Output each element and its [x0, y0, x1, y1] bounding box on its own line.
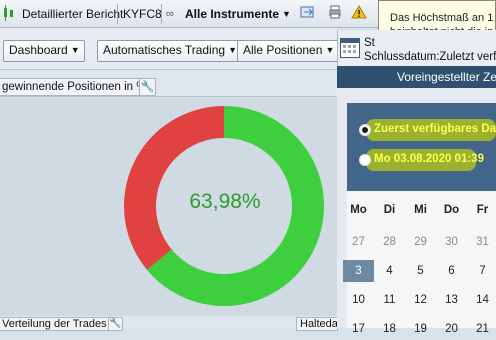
- percent-label: 63,98%: [189, 190, 261, 213]
- calendar-day[interactable]: 5: [405, 260, 436, 282]
- option-first-available-label[interactable]: Zuerst verfügbares Da: [374, 123, 496, 135]
- chevron-down-icon: ▼: [70, 45, 80, 55]
- option-specific-date-label[interactable]: Mo 03.08.2020 01:39: [374, 153, 484, 165]
- calendar-day[interactable]: 10: [343, 289, 374, 311]
- calendar-day[interactable]: 28: [374, 231, 405, 253]
- weekday-label: Mi: [414, 204, 427, 216]
- calendar-day[interactable]: 27: [343, 231, 374, 253]
- dashboard-dropdown-label: Dashboard: [9, 43, 68, 57]
- chevron-down-icon[interactable]: ▼: [282, 5, 291, 23]
- calendar-day[interactable]: 31: [467, 231, 496, 253]
- export-icon[interactable]: [300, 5, 316, 23]
- calendar-day[interactable]: 17: [343, 318, 374, 340]
- calendar-day[interactable]: 20: [436, 318, 467, 340]
- trading-dropdown[interactable]: Automatisches Trading ▼: [97, 40, 243, 62]
- trading-dropdown-label: Automatisches Trading: [103, 43, 226, 57]
- calendar-day[interactable]: 11: [374, 289, 405, 311]
- calendar-day[interactable]: 14: [467, 289, 496, 311]
- positions-dropdown-label: Alle Positionen: [243, 43, 323, 57]
- chevron-down-icon: ▼: [325, 45, 335, 55]
- calendar-icon[interactable]: [340, 38, 360, 58]
- weekday-label: Fr: [476, 204, 489, 216]
- weekday-label: Mo: [350, 204, 367, 216]
- calendar-day[interactable]: 19: [405, 318, 436, 340]
- instruments-dropdown[interactable]: Alle Instrumente: [185, 5, 279, 23]
- holding-period-tab[interactable]: Halteda: [296, 317, 338, 331]
- calendar-day[interactable]: 21: [467, 318, 496, 340]
- link-icon[interactable]: ∞: [166, 5, 174, 23]
- calendar-day[interactable]: 12: [405, 289, 436, 311]
- detailed-report-label[interactable]: Detaillierter Bericht: [22, 5, 123, 23]
- chevron-down-icon: ▼: [228, 45, 238, 55]
- radio-first-available[interactable]: [359, 124, 371, 136]
- donut-slice-loss: [124, 106, 224, 270]
- calendar-day[interactable]: 4: [374, 260, 405, 282]
- calendar: Mo Di Mi Do Fr 27 28 29 30 31 3 4 5 6 7 10 11 12 13 14 17 18 1…: [343, 191, 496, 335]
- date-panel-title: St: [364, 37, 375, 49]
- panel-title[interactable]: gewinnende Positionen in %: [0, 78, 156, 96]
- account-label[interactable]: KYFC8: [123, 5, 162, 23]
- weekday-label: Do: [443, 204, 460, 216]
- calendar-day[interactable]: 3: [343, 260, 374, 282]
- trade-distribution-tab[interactable]: Verteilung der Trades: [0, 317, 118, 331]
- calendar-day[interactable]: 18: [374, 318, 405, 340]
- end-date-label: Schlussdatum:Zuletzt verfü: [364, 51, 496, 63]
- date-options: Zuerst verfügbares Da Mo 03.08.2020 01:3…: [347, 103, 496, 191]
- preset-time-header: Voreingestellter Zeit: [337, 66, 496, 88]
- wrench-icon[interactable]: 🔧: [139, 78, 156, 96]
- calendar-day[interactable]: 30: [436, 231, 467, 253]
- calendar-day[interactable]: 7: [467, 260, 496, 282]
- chart-candles-icon[interactable]: [3, 5, 15, 23]
- warning-icon[interactable]: [351, 5, 367, 23]
- wrench-icon[interactable]: 🔧: [108, 317, 123, 331]
- filter-toolbar: Dashboard ▼ Automatisches Trading ▼ Alle…: [0, 28, 340, 70]
- dashboard-dropdown[interactable]: Dashboard ▼: [3, 40, 85, 62]
- weekday-label: Di: [383, 204, 396, 216]
- radio-specific-date[interactable]: [359, 154, 371, 166]
- calendar-day[interactable]: 29: [405, 231, 436, 253]
- positions-dropdown[interactable]: Alle Positionen ▼: [237, 40, 340, 62]
- tooltip-line-1: Das Höchstmaß an 1: [390, 12, 494, 24]
- print-icon[interactable]: [327, 5, 343, 23]
- calendar-day[interactable]: 13: [436, 289, 467, 311]
- calendar-day[interactable]: 6: [436, 260, 467, 282]
